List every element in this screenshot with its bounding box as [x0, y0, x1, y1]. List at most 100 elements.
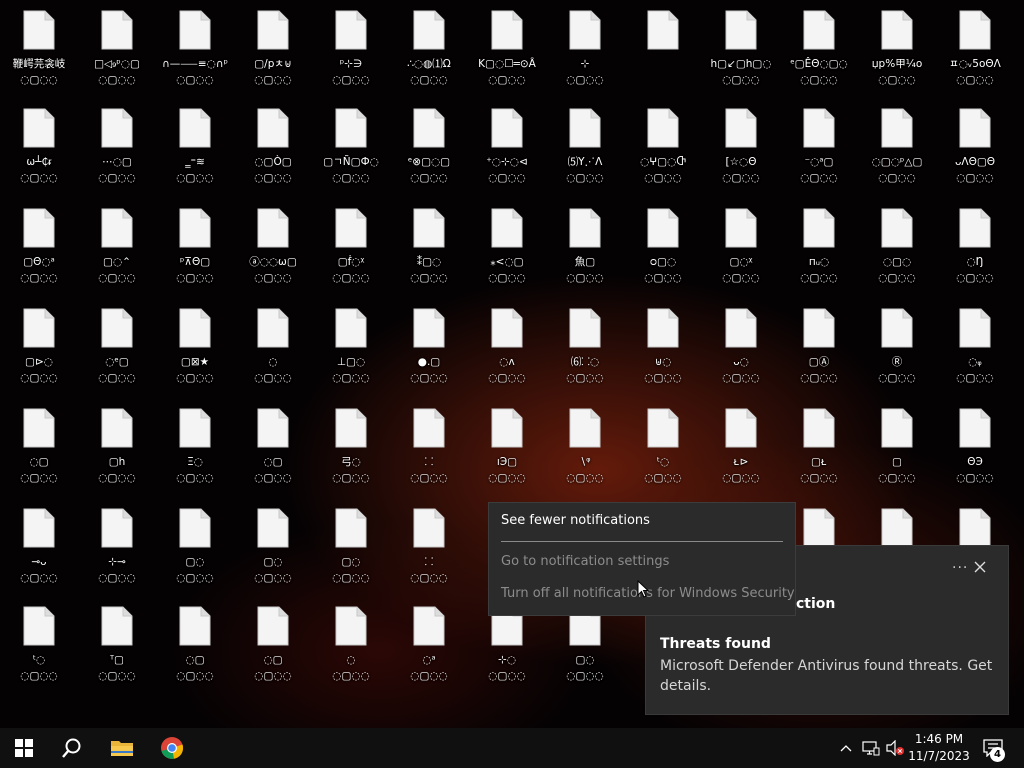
- desktop-file-icon[interactable]: пᵤ◌ ◌▢◌◌: [780, 206, 858, 302]
- desktop-file-icon[interactable]: ▢◌⌃ ◌▢◌◌: [78, 206, 156, 302]
- desktop-file-icon[interactable]: ᴌ⊳ ◌▢◌◌: [702, 406, 780, 502]
- desktop-file-icon[interactable]: ω┴₵ᵲ ◌▢◌◌: [0, 106, 78, 202]
- desktop-file-icon[interactable]: Ⓡ ◌▢◌◌: [858, 306, 936, 402]
- menu-item-see-fewer[interactable]: See fewer notifications: [501, 513, 650, 528]
- file-explorer-button[interactable]: [98, 728, 146, 768]
- network-tray[interactable]: [860, 728, 882, 768]
- desktop-file-icon[interactable]: ⸬ ◌▢◌◌: [390, 406, 468, 502]
- more-options-icon[interactable]: ···: [952, 560, 968, 576]
- desktop-file-icon[interactable]: ᴗ◌ ◌▢◌◌: [702, 306, 780, 402]
- desktop-file-icon[interactable]: ◌▢Ò▢ ◌▢◌◌: [234, 106, 312, 202]
- desktop-file-icon[interactable]: □◁₉ᵖ◌▢ ◌▢◌◌: [78, 8, 156, 104]
- desktop-file-icon[interactable]: ㅍ◌ᵥ5oΘΛ ◌▢◌◌: [936, 8, 1014, 104]
- desktop-file-icon[interactable]: ⁻◌ᵃ▢ ◌▢◌◌: [780, 106, 858, 202]
- desktop-file-icon[interactable]: ▢/pㅊ⊎ ◌▢◌◌: [234, 8, 312, 104]
- volume-tray[interactable]: [884, 728, 906, 768]
- desktop-file-icon[interactable]: ▢h ◌▢◌◌: [78, 406, 156, 502]
- desktop-file-icon[interactable]: ∴◌◍⑴Ω ◌▢◌◌: [390, 8, 468, 104]
- file-name-label: ◌ ◌▢◌◌: [254, 356, 292, 384]
- desktop-file-icon[interactable]: ◌▢ ◌▢◌◌: [156, 604, 234, 700]
- desktop-file-icon[interactable]: ᵉ▢ÊΘ◌▢◌ ◌▢◌◌: [780, 8, 858, 104]
- menu-item-notification-settings[interactable]: Go to notification settings: [501, 554, 669, 569]
- desktop-file-icon[interactable]: ᵀ▢ ◌▢◌◌: [78, 604, 156, 700]
- blank-file-icon: [413, 408, 445, 448]
- desktop-file-icon[interactable]: ◌ ◌▢◌◌: [234, 306, 312, 402]
- desktop-file-icon[interactable]: ⋯◌▢ ◌▢◌◌: [78, 106, 156, 202]
- desktop-file-icon[interactable]: ΘЭ ◌▢◌◌: [936, 406, 1014, 502]
- folder-icon: [111, 741, 133, 756]
- desktop-file-icon[interactable]: ⊥▢◌ ◌▢◌◌: [312, 306, 390, 402]
- desktop-file-icon[interactable]: ◌ᵃ ◌▢◌◌: [390, 604, 468, 700]
- desktop-file-icon[interactable]: ▢ḟ◌ᵡ ◌▢◌◌: [312, 206, 390, 302]
- desktop-file-icon[interactable]: [☆◌Θ ◌▢◌◌: [702, 106, 780, 202]
- desktop-file-icon[interactable]: ⊹ ◌▢◌◌: [546, 8, 624, 104]
- desktop-file-icon[interactable]: ▢ㄱÑ▢Ф◌ ◌▢◌◌: [312, 106, 390, 202]
- desktop-file-icon[interactable]: ⸬ ◌▢◌◌: [390, 506, 468, 602]
- close-icon[interactable]: [972, 559, 988, 575]
- desktop-file-icon[interactable]: ◌▢ ◌▢◌◌: [234, 406, 312, 502]
- desktop-file-icon[interactable]: ⁺◌⊹◌⊲ ◌▢◌◌: [468, 106, 546, 202]
- desktop-file-icon[interactable]: ‗⁼≋ ◌▢◌◌: [156, 106, 234, 202]
- desktop-file-icon[interactable]: ⊹⊸ ◌▢◌◌: [78, 506, 156, 602]
- desktop-file-icon[interactable]: ▢⊠★ ◌▢◌◌: [156, 306, 234, 402]
- desktop-file-icon[interactable]: ▢◌ ◌▢◌◌: [546, 604, 624, 700]
- desktop-file-icon[interactable]: ᵉ⊗▢◌▢ ◌▢◌◌: [390, 106, 468, 202]
- desktop-file-icon[interactable]: Ξ◌ ◌▢◌◌: [156, 406, 234, 502]
- desktop-file-icon[interactable]: ᵖ⊼Θ▢ ◌▢◌◌: [156, 206, 234, 302]
- desktop-file-icon[interactable]: ıЭ▢ ◌▢◌◌: [468, 406, 546, 502]
- desktop-file-icon[interactable]: ⓐ◌◌ω▢ ◌▢◌◌: [234, 206, 312, 302]
- desktop-file-icon[interactable]: ●.▢ ◌▢◌◌: [390, 306, 468, 402]
- system-clock[interactable]: 1:46 PM 11/7/2023: [904, 731, 974, 765]
- desktop-file-icon[interactable]: ◌ ◌▢◌◌: [312, 604, 390, 700]
- desktop-file-icon[interactable]: ◌ⵖ▢◌Ⴇ ◌▢◌◌: [624, 106, 702, 202]
- chrome-button[interactable]: [148, 728, 196, 768]
- desktop-file-icon[interactable]: ◌ᵉ▢ ◌▢◌◌: [78, 306, 156, 402]
- show-hidden-icons[interactable]: [836, 728, 856, 768]
- desktop-file-icon[interactable]: ᴑ▢◌ ◌▢◌◌: [624, 206, 702, 302]
- desktop-file-icon[interactable]: ᵗ◌ ◌▢◌◌: [624, 406, 702, 502]
- file-name-label: K▢◌☐═⊙Ȃ ◌▢◌◌: [478, 58, 536, 86]
- desktop-file-icon[interactable]: ᴗΛΘ▢Θ ◌▢◌◌: [936, 106, 1014, 202]
- desktop-file-icon[interactable]: ◌Ŋ ◌▢◌◌: [936, 206, 1014, 302]
- desktop-file-icon[interactable]: ◌▢◌ ◌▢◌◌: [858, 206, 936, 302]
- blank-file-icon: [881, 308, 913, 348]
- desktop-file-icon[interactable]: ⁑▢◌ ◌▢◌◌: [390, 206, 468, 302]
- desktop-file-icon[interactable]: 魚▢ ◌▢◌◌: [546, 206, 624, 302]
- desktop-file-icon[interactable]: 弓◌ ◌▢◌◌: [312, 406, 390, 502]
- desktop-file-icon[interactable]: ⊎◌ ◌▢◌◌: [624, 306, 702, 402]
- desktop-file-icon[interactable]: ∖ᵠ ◌▢◌◌: [546, 406, 624, 502]
- desktop-file-icon[interactable]: ▢◌ ◌▢◌◌: [234, 506, 312, 602]
- desktop-file-icon[interactable]: џp%甲¼ᴏ ◌▢◌◌: [858, 8, 936, 104]
- desktop-file-icon[interactable]: ᵗ◌ ◌▢◌◌: [0, 604, 78, 700]
- file-name-label: ‗⁼≋ ◌▢◌◌: [176, 156, 214, 184]
- desktop-file-icon[interactable]: h▢↙▢h▢◌ ◌▢◌◌: [702, 8, 780, 104]
- blank-file-icon: [23, 108, 55, 148]
- desktop-file-icon[interactable]: ▢Ⓐ ◌▢◌◌: [780, 306, 858, 402]
- desktop-file-icon[interactable]: ▢ ◌▢◌◌: [858, 406, 936, 502]
- blank-file-icon: [257, 208, 289, 248]
- desktop-file-icon[interactable]: ◌▢ ◌▢◌◌: [234, 604, 312, 700]
- desktop-file-icon[interactable]: [624, 8, 702, 104]
- desktop-file-icon[interactable]: ▢◌ ◌▢◌◌: [312, 506, 390, 602]
- desktop-file-icon[interactable]: ⊸ᴗ ◌▢◌◌: [0, 506, 78, 602]
- desktop-file-icon[interactable]: ◌ᴧ ◌▢◌◌: [468, 306, 546, 402]
- desktop-file-icon[interactable]: ∩—⸺≡◌∩ᵖ ◌▢◌◌: [156, 8, 234, 104]
- desktop-file-icon[interactable]: ▢◌ ◌▢◌◌: [156, 506, 234, 602]
- desktop-file-icon[interactable]: ▢ᴌ ◌▢◌◌: [780, 406, 858, 502]
- file-name-label: ᴗ◌ ◌▢◌◌: [722, 356, 760, 384]
- desktop-file-icon[interactable]: ◌▢ ◌▢◌◌: [0, 406, 78, 502]
- start-button[interactable]: [0, 728, 48, 768]
- desktop-file-icon[interactable]: ⑹⸬◌ ◌▢◌◌: [546, 306, 624, 402]
- search-button[interactable]: [48, 728, 96, 768]
- desktop-file-icon[interactable]: K▢◌☐═⊙Ȃ ◌▢◌◌: [468, 8, 546, 104]
- desktop-file-icon[interactable]: ▢Θ◌ᵃ ◌▢◌◌: [0, 206, 78, 302]
- desktop-file-icon[interactable]: ◌ᵩ ◌▢◌◌: [936, 306, 1014, 402]
- desktop-file-icon[interactable]: ⑸Υ⋰Λ ◌▢◌◌: [546, 106, 624, 202]
- desktop-file-icon[interactable]: ◌▢◌ᵖ△▢ ◌▢◌◌: [858, 106, 936, 202]
- desktop-file-icon[interactable]: ⁎<◌▢ ◌▢◌◌: [468, 206, 546, 302]
- desktop-file-icon[interactable]: ᵖ⊹∋ ◌▢◌◌: [312, 8, 390, 104]
- desktop-file-icon[interactable]: ▢◌ᵡ ◌▢◌◌: [702, 206, 780, 302]
- desktop-file-icon[interactable]: 鞭崿芫衾岐 ◌▢◌◌: [0, 8, 78, 104]
- desktop-file-icon[interactable]: ⊹◌ ◌▢◌◌: [468, 604, 546, 700]
- desktop-file-icon[interactable]: ▢⊳◌ ◌▢◌◌: [0, 306, 78, 402]
